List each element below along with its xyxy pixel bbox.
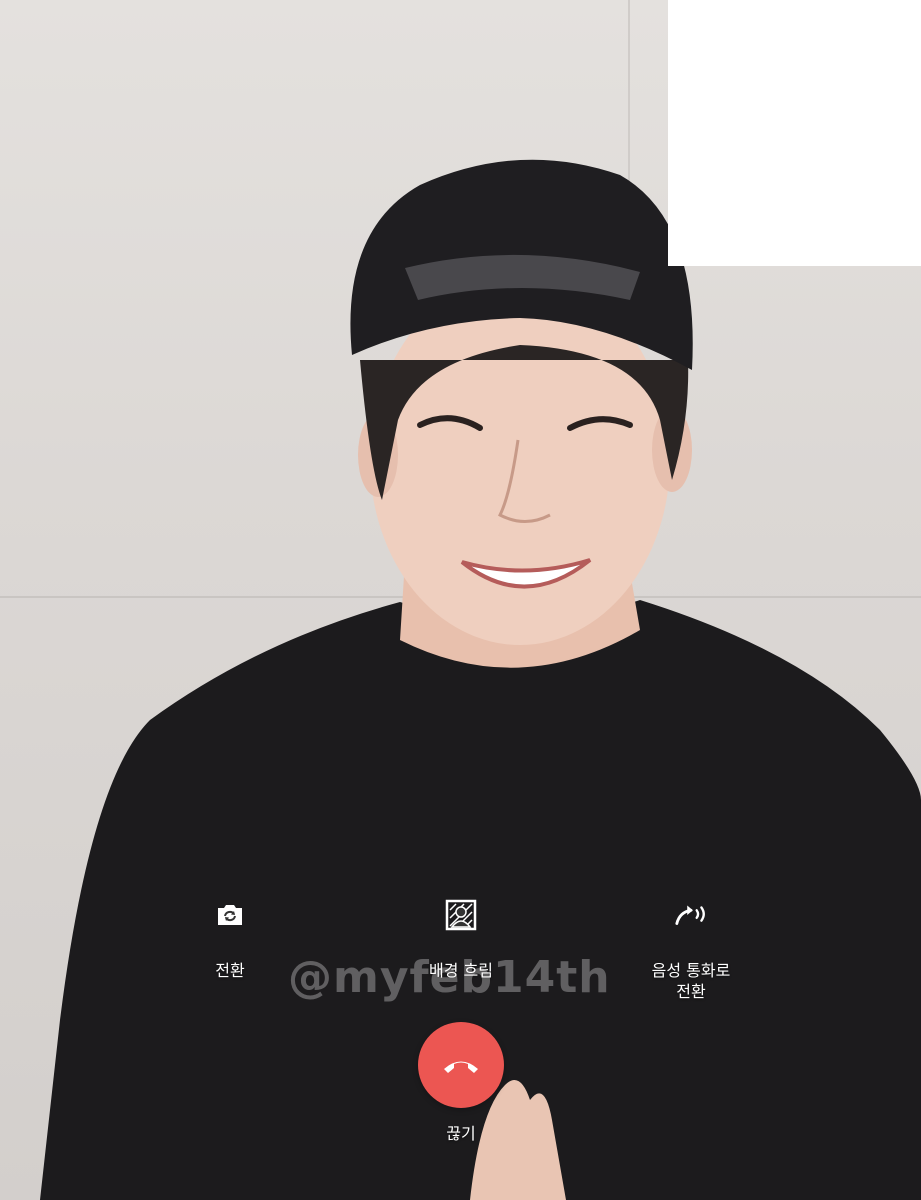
remote-video-feed <box>0 0 921 1200</box>
voice-call-icon <box>674 898 708 932</box>
switch-camera-button[interactable]: 전환 <box>200 898 260 981</box>
switch-to-voice-button[interactable]: 음성 통화로 전환 <box>630 898 752 1002</box>
switch-to-voice-label: 음성 통화로 전환 <box>651 961 731 1001</box>
self-preview-window[interactable] <box>668 0 921 266</box>
end-call-button[interactable] <box>418 1022 504 1108</box>
switch-camera-label: 전환 <box>215 961 245 980</box>
watermark-text: @myfeb14th <box>288 952 611 1003</box>
end-call-label: 끊기 <box>446 1124 476 1143</box>
portrait-blur-icon <box>444 898 478 932</box>
camera-switch-icon <box>213 898 247 932</box>
hang-up-icon <box>444 1061 478 1073</box>
